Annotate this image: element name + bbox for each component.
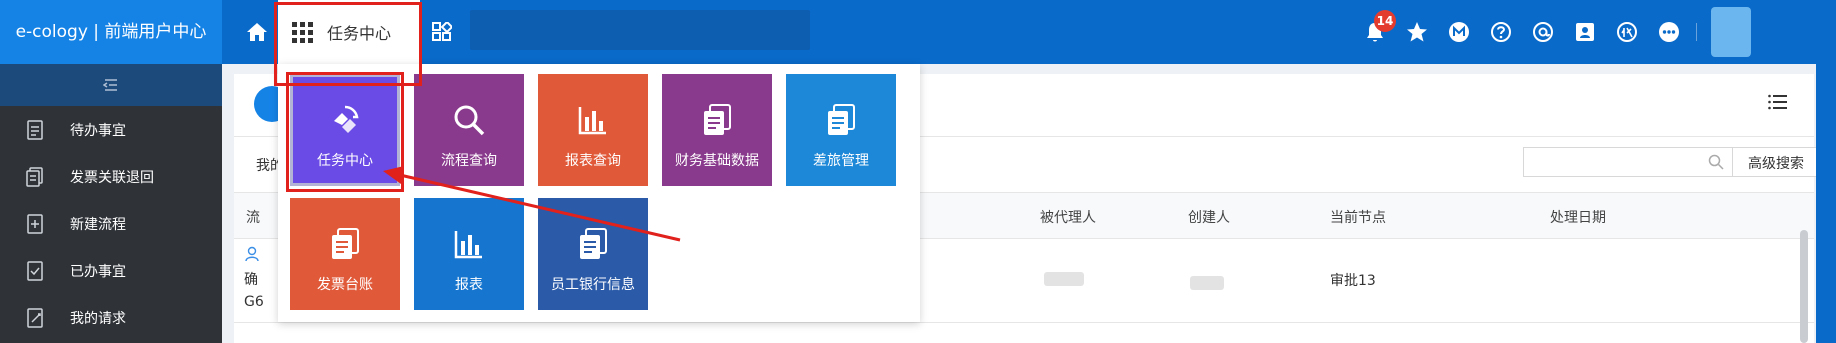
collapse-icon (103, 79, 117, 91)
tile-finance-base-data[interactable]: 财务基础数据 (662, 74, 772, 186)
bar-chart-icon (576, 100, 610, 140)
sidebar: 待办事宜 发票关联退回 新建流程 已办事宜 我的请求 (0, 64, 222, 343)
sidebar-item-new-workflow[interactable]: 新建流程 (0, 200, 222, 247)
bar-chart-icon (452, 224, 486, 264)
row-title-suffix: G6 (244, 294, 264, 310)
highlight-box-menu (274, 2, 422, 86)
notification-badge: 14 (1374, 10, 1396, 32)
documents-icon (824, 100, 858, 140)
tile-label: 员工银行信息 (551, 277, 635, 293)
tile-report[interactable]: 报表 (414, 198, 524, 310)
home-icon[interactable] (240, 0, 274, 64)
mail-icon[interactable] (1438, 0, 1480, 64)
email-at-icon[interactable] (1522, 0, 1564, 64)
sidebar-item-label: 发票关联退回 (70, 169, 154, 186)
column-header[interactable]: 流 (246, 207, 260, 227)
redacted-proxied (1044, 272, 1084, 286)
new-workflow-icon (26, 213, 48, 234)
tile-label: 报表 (455, 277, 483, 293)
proxy-icon[interactable] (1606, 0, 1648, 64)
contacts-icon[interactable] (1564, 0, 1606, 64)
tile-report-query[interactable]: 报表查询 (538, 74, 648, 186)
more-icon[interactable] (1648, 0, 1690, 64)
tile-invoice-ledger[interactable]: 发票台账 (290, 198, 400, 310)
advanced-search-button[interactable]: 高级搜索 (1732, 147, 1820, 177)
search-input[interactable] (1523, 147, 1733, 177)
list-view-icon[interactable] (1768, 94, 1788, 114)
sidebar-item-invoice-return[interactable]: 发票关联退回 (0, 153, 222, 200)
top-right-toolbar: 14 (1354, 0, 1751, 64)
done-icon (26, 260, 48, 281)
sidebar-item-label: 新建流程 (70, 216, 126, 233)
sidebar-item-label: 待办事宜 (70, 122, 126, 139)
tile-travel-management[interactable]: 差旅管理 (786, 74, 896, 186)
tile-workflow-query[interactable]: 流程查询 (414, 74, 524, 186)
avatar[interactable] (1711, 7, 1751, 57)
column-header[interactable]: 被代理人 (1040, 207, 1096, 227)
tile-task-center[interactable]: 任务中心 (290, 74, 400, 186)
toolbar-divider (1696, 23, 1697, 41)
column-header[interactable]: 创建人 (1188, 207, 1230, 227)
sidebar-item-my-request[interactable]: 我的请求 (0, 294, 222, 341)
task-center-dropdown: 任务中心 流程查询 报表查询 财务基础数据 差旅管理 发票台账 报表 员工银行信… (278, 64, 920, 322)
tile-label: 任务中心 (317, 153, 373, 169)
tile-label: 发票台账 (317, 277, 373, 293)
top-search-box[interactable] (470, 10, 810, 50)
page-edge (1816, 0, 1836, 343)
documents-icon (576, 224, 610, 264)
current-node: 审批13 (1330, 273, 1376, 289)
redacted-creator (1190, 276, 1224, 290)
column-header[interactable]: 处理日期 (1550, 207, 1606, 227)
row-title[interactable]: 确 (244, 269, 258, 289)
tile-label: 流程查询 (441, 153, 497, 169)
tile-label: 差旅管理 (813, 153, 869, 169)
apps-icon[interactable] (428, 0, 456, 64)
documents-icon (700, 100, 734, 140)
tile-employee-bank-info[interactable]: 员工银行信息 (538, 198, 648, 310)
help-icon[interactable] (1480, 0, 1522, 64)
todo-icon (26, 119, 48, 140)
search-icon (452, 100, 486, 140)
column-header[interactable]: 当前节点 (1330, 207, 1386, 227)
invoice-return-icon (26, 166, 48, 187)
user-icon (244, 246, 260, 266)
tile-label: 财务基础数据 (675, 153, 759, 169)
bell-icon[interactable]: 14 (1354, 0, 1396, 64)
search-icon[interactable] (1708, 154, 1724, 174)
sidebar-item-done[interactable]: 已办事宜 (0, 247, 222, 294)
sidebar-item-label: 已办事宜 (70, 263, 126, 280)
tile-label: 报表查询 (565, 153, 621, 169)
documents-icon (328, 224, 362, 264)
task-center-icon (328, 100, 362, 140)
scrollbar[interactable] (1800, 230, 1808, 343)
sidebar-collapse-button[interactable] (0, 64, 222, 106)
my-request-icon (26, 307, 48, 328)
star-icon[interactable] (1396, 0, 1438, 64)
sidebar-item-todo[interactable]: 待办事宜 (0, 106, 222, 153)
app-title[interactable]: e-cology | 前端用户中心 (0, 0, 222, 64)
sidebar-item-label: 我的请求 (70, 310, 126, 327)
